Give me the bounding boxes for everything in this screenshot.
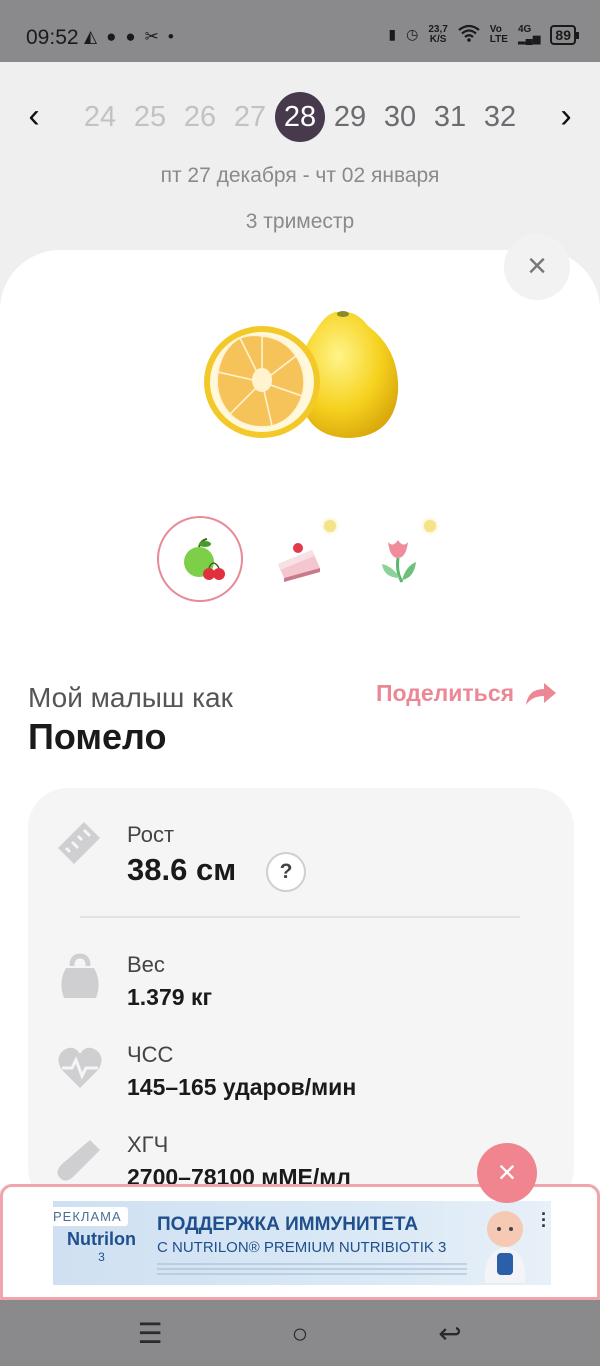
nav-arrow-icon: ◭	[84, 27, 98, 46]
week-item[interactable]: 25	[125, 92, 175, 142]
week-selector: ‹ 24 25 26 27 28 29 30 31 32 ›	[0, 88, 600, 144]
recent-apps-icon[interactable]: ☰	[130, 1314, 170, 1354]
fruit-compare-button[interactable]	[157, 516, 243, 602]
week-item[interactable]: 30	[375, 92, 425, 142]
week-item[interactable]: 26	[175, 92, 225, 142]
hcg-label: ХГЧ	[127, 1132, 169, 1157]
week-item[interactable]: 31	[425, 92, 475, 142]
system-nav-bar: ☰ ○ ↩	[0, 1300, 600, 1366]
fruit-name: Помело	[28, 716, 167, 757]
ad-brand-logo: Nutrilon 3	[67, 1229, 136, 1264]
weight-value: 1.379 кг	[127, 984, 213, 1010]
ad-banner[interactable]: Nutrilon 3 ПОДДЕРЖКА ИММУНИТЕТА С NUTRIL…	[53, 1201, 551, 1285]
weight-label: Вес	[127, 952, 165, 977]
status-time: 09:52	[26, 26, 79, 49]
heart-rate-value: 145–165 ударов/мин	[127, 1074, 357, 1100]
share-label: Поделиться	[376, 680, 515, 706]
vibrate-icon: ▮	[388, 26, 397, 42]
baby-image	[484, 1211, 526, 1283]
test-tube-icon	[57, 1140, 100, 1181]
divider	[80, 916, 520, 918]
height-value: 38.6 см	[127, 852, 237, 887]
cake-icon	[278, 543, 320, 582]
prev-week-button[interactable]: ‹	[14, 88, 54, 144]
ad-subheadline: С NUTRILON® PREMIUM NUTRIBIOTIK 3	[157, 1239, 447, 1256]
ad-close-button[interactable]: ×	[477, 1143, 537, 1203]
capcut-icon: ✂	[144, 27, 159, 46]
stats-panel: Рост 38.6 см ? Вес 1.379 кг ЧСС 145–165 …	[28, 788, 574, 1208]
wifi-icon	[458, 24, 480, 45]
height-label: Рост	[127, 822, 175, 847]
ad-headline: ПОДДЕРЖКА ИММУНИТЕТА	[157, 1214, 419, 1235]
message-icon: ●	[125, 27, 136, 46]
week-item[interactable]: 27	[225, 92, 275, 142]
share-button[interactable]: Поделиться	[376, 680, 558, 707]
size-subtitle: Мой малыш как	[28, 682, 233, 713]
signal-indicator: 4G ▂▄▆	[517, 23, 541, 45]
flower-compare-button[interactable]	[356, 516, 442, 602]
next-week-button[interactable]: ›	[546, 88, 586, 144]
date-range: пт 27 декабря - чт 02 января	[160, 164, 440, 187]
cake-compare-button[interactable]	[256, 516, 342, 602]
help-button[interactable]: ?	[266, 852, 306, 892]
current-week-item[interactable]: 28	[275, 92, 325, 142]
heart-rate-icon	[58, 1047, 102, 1088]
week-item[interactable]: 24	[75, 92, 125, 142]
sparkle-icon	[324, 520, 336, 532]
status-bar: 09:52 ◭ ● ● ✂ • ▮ ◷ 23,7 K/S Vo LTE 4G ▂▄…	[0, 0, 600, 62]
ad-badge: РЕКЛАМА	[47, 1207, 128, 1226]
chat-icon: ●	[106, 27, 117, 46]
close-button[interactable]: ×	[504, 234, 570, 300]
weight-icon	[61, 953, 99, 998]
sparkle-icon	[424, 520, 436, 532]
share-arrow-icon	[526, 682, 557, 705]
ad-fine-print	[157, 1263, 467, 1275]
week-item[interactable]: 29	[325, 92, 375, 142]
trimester-label: 3 триместр	[245, 210, 355, 233]
alarm-icon: ◷	[406, 26, 419, 42]
back-icon[interactable]: ↩	[430, 1314, 470, 1354]
dot-icon: •	[167, 27, 174, 46]
heart-rate-label: ЧСС	[127, 1042, 174, 1067]
week-item[interactable]: 32	[475, 92, 525, 142]
volte-indicator: Vo LTE	[489, 23, 508, 45]
net-speed: 23,7 K/S	[428, 23, 448, 45]
apple-cherry-icon	[184, 538, 225, 580]
home-icon[interactable]: ○	[280, 1314, 320, 1354]
pomelo-image	[204, 311, 399, 438]
battery-icon: 89	[550, 24, 579, 45]
ruler-icon	[58, 822, 100, 864]
tulip-icon	[382, 540, 416, 583]
ad-menu-icon[interactable]: · · ·	[541, 1205, 547, 1235]
